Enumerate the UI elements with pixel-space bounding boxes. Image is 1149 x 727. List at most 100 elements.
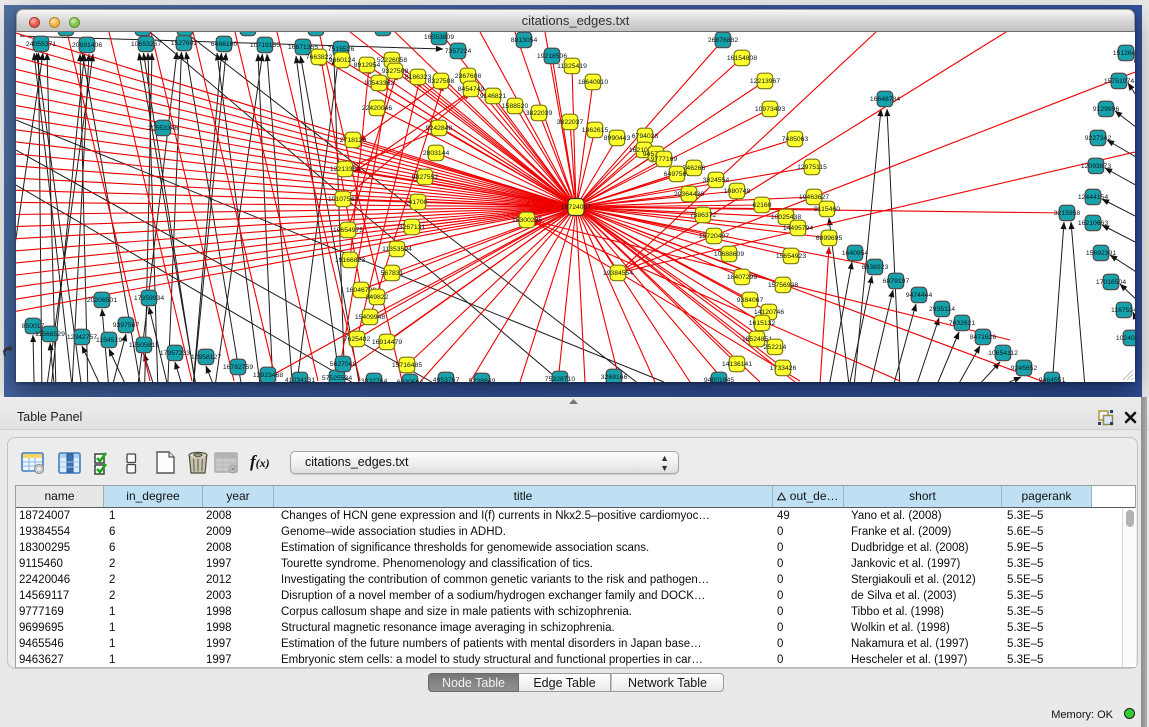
svg-text:8990443: 8990443: [604, 135, 631, 142]
svg-text:9129996: 9129996: [1093, 106, 1120, 113]
svg-text:1512644: 1512644: [1113, 50, 1135, 57]
svg-text:16053809: 16053809: [424, 34, 454, 41]
svg-text:1527602: 1527602: [171, 40, 198, 47]
svg-text:15409948: 15409948: [355, 314, 385, 321]
svg-text:1154519: 1154519: [96, 337, 122, 344]
svg-text:9827552: 9827552: [412, 174, 439, 181]
svg-text:7632621: 7632621: [949, 320, 976, 327]
svg-text:1733426: 1733426: [770, 365, 797, 372]
svg-text:12975115: 12975115: [797, 164, 827, 171]
svg-text:17957233: 17957233: [160, 350, 190, 357]
svg-text:9384067: 9384067: [737, 297, 764, 304]
svg-text:14136141: 14136141: [722, 361, 752, 368]
svg-text:1167534: 1167534: [1111, 307, 1135, 314]
svg-text:10240312: 10240312: [1116, 335, 1135, 342]
svg-text:6879197: 6879197: [883, 278, 910, 285]
svg-text:9146821: 9146821: [480, 93, 507, 100]
svg-text:16782759: 16782759: [223, 364, 253, 371]
svg-text:12093873: 12093873: [1081, 163, 1111, 170]
svg-text:12505815: 12505815: [129, 342, 159, 349]
svg-text:8454749: 8454749: [458, 86, 485, 93]
svg-text:9242848: 9242848: [426, 125, 453, 132]
svg-text:19166823: 19166823: [335, 257, 365, 264]
svg-text:12213967: 12213967: [750, 78, 780, 85]
svg-text:10543362: 10543362: [364, 80, 394, 87]
svg-text:19463627: 19463627: [799, 194, 829, 201]
svg-text:2718126: 2718126: [340, 137, 367, 144]
svg-text:12444154: 12444154: [1078, 194, 1108, 201]
svg-text:2367608: 2367608: [455, 73, 482, 80]
svg-text:9474444: 9474444: [906, 292, 933, 299]
svg-text:746266: 746266: [683, 165, 706, 172]
svg-text:18724007: 18724007: [561, 204, 591, 211]
svg-text:3822039: 3822039: [526, 110, 553, 117]
svg-text:3832764: 3832764: [361, 378, 388, 382]
svg-text:4953767: 4953767: [433, 377, 460, 382]
svg-text:41700: 41700: [409, 199, 428, 206]
svg-text:3822037: 3822037: [557, 119, 584, 126]
svg-text:17359934: 17359934: [134, 295, 164, 302]
svg-text:349822: 349822: [366, 294, 389, 301]
svg-text:1615132: 1615132: [749, 320, 776, 327]
svg-text:15720407: 15720407: [699, 233, 729, 240]
svg-text:2935114: 2935114: [929, 306, 955, 313]
svg-text:6794028: 6794028: [632, 133, 659, 140]
svg-text:75328710: 75328710: [545, 376, 575, 382]
svg-text:16914479: 16914479: [372, 339, 402, 346]
svg-text:20364436: 20364436: [674, 191, 704, 198]
svg-text:15756928: 15756928: [768, 282, 798, 289]
svg-text:10654112: 10654112: [988, 350, 1018, 357]
svg-text:9777169: 9777169: [651, 156, 678, 163]
svg-text:9660124: 9660124: [329, 57, 356, 64]
svg-text:17016504: 17016504: [1096, 279, 1126, 286]
svg-text:9227342: 9227342: [1085, 135, 1112, 142]
svg-text:1362615: 1362615: [582, 127, 609, 134]
svg-text:9464551: 9464551: [1039, 377, 1066, 382]
svg-text:16154808: 16154808: [727, 55, 757, 62]
svg-text:41034131: 41034131: [285, 377, 315, 382]
svg-text:57525534: 57525534: [322, 375, 352, 382]
svg-text:252214: 252214: [764, 344, 787, 351]
svg-text:567831: 567831: [381, 270, 404, 277]
svg-text:7357224: 7357224: [445, 48, 472, 55]
svg-text:14495794: 14495794: [783, 225, 813, 232]
svg-text:8471626: 8471626: [970, 334, 997, 341]
svg-text:2803144: 2803144: [423, 150, 450, 157]
svg-text:9245652: 9245652: [1011, 365, 1038, 372]
svg-text:24055371: 24055371: [26, 41, 56, 48]
svg-text:10688609: 10688609: [714, 251, 744, 258]
svg-text:1640954: 1640954: [842, 250, 869, 257]
svg-text:18640910: 18640910: [578, 79, 608, 86]
svg-text:11568529: 11568529: [35, 331, 65, 338]
svg-text:12213382: 12213382: [330, 166, 360, 173]
svg-text:7485063: 7485063: [782, 136, 809, 143]
svg-text:15716485: 15716485: [392, 362, 422, 369]
svg-text:8813054: 8813054: [511, 37, 538, 44]
svg-text:22420046: 22420046: [362, 105, 392, 112]
svg-text:94801845: 94801845: [704, 377, 734, 382]
svg-text:1588520: 1588520: [502, 103, 529, 110]
svg-text:3267131: 3267131: [399, 224, 426, 231]
svg-text:7625402: 7625402: [344, 336, 371, 343]
svg-text:15654923: 15654923: [776, 253, 806, 260]
svg-text:1080748: 1080748: [724, 188, 751, 195]
svg-text:20553346: 20553346: [148, 125, 178, 132]
svg-text:7386372: 7386372: [690, 212, 717, 219]
svg-text:16210663: 16210663: [1078, 220, 1108, 227]
svg-text:26876882: 26876882: [708, 37, 738, 44]
svg-text:12342757: 12342757: [67, 334, 97, 341]
svg-text:19654975: 19654975: [333, 227, 363, 234]
svg-text:10653267: 10653267: [131, 41, 161, 48]
svg-text:11325419: 11325419: [557, 63, 587, 70]
svg-text:3824554: 3824554: [703, 177, 730, 184]
svg-text:19218506: 19218506: [537, 53, 567, 60]
svg-text:20206501: 20206501: [87, 297, 117, 304]
svg-text:18407299: 18407299: [727, 274, 757, 281]
svg-text:850017: 850017: [22, 323, 45, 330]
svg-text:16648784: 16648784: [870, 96, 900, 103]
svg-text:15751074: 15751074: [1104, 78, 1134, 85]
svg-text:10107543: 10107543: [328, 196, 358, 203]
svg-text:8327508: 8327508: [428, 78, 455, 85]
svg-text:3215958: 3215958: [1054, 210, 1081, 217]
svg-text:6466160: 6466160: [211, 41, 238, 48]
